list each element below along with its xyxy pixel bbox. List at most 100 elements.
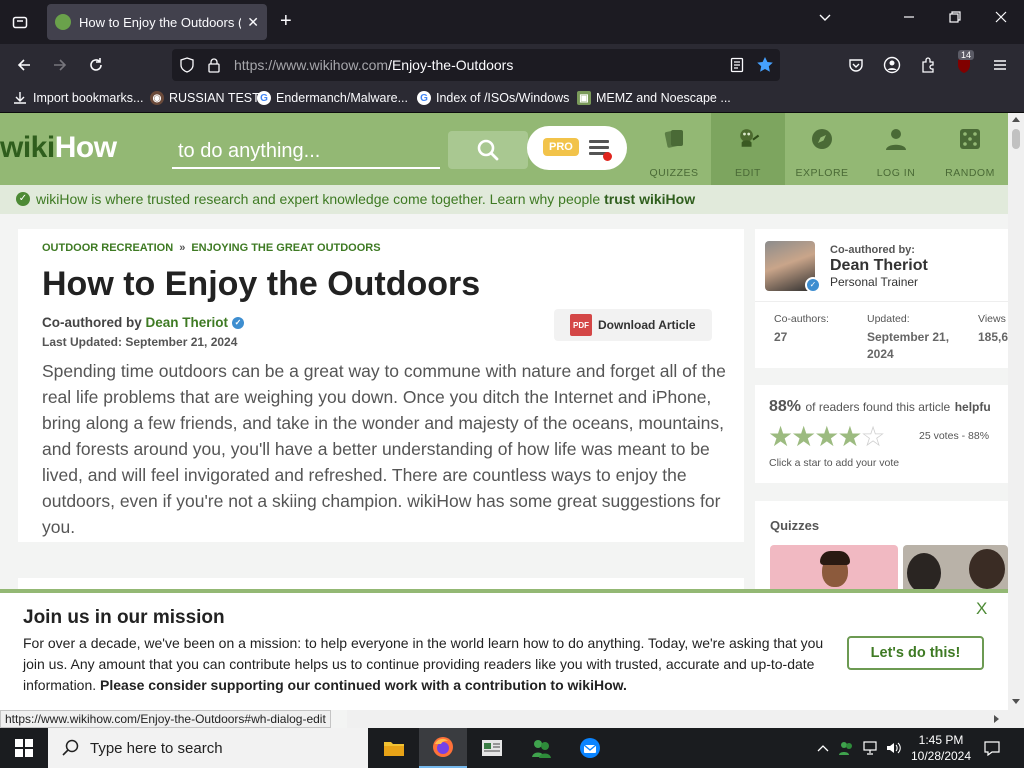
quiz-cards-icon (662, 127, 686, 151)
last-updated: Last Updated: September 21, 2024 (42, 335, 238, 349)
scroll-down-icon[interactable] (1012, 699, 1020, 705)
url-text[interactable]: https://www.wikihow.com/Enjoy-the-Outdoo… (234, 57, 513, 73)
pdf-icon: PDF (570, 314, 592, 336)
horizontal-scrollbar[interactable] (347, 710, 1024, 728)
address-bar[interactable]: https://www.wikihow.com/Enjoy-the-Outdoo… (172, 49, 780, 81)
search-icon (62, 739, 79, 756)
restore-icon[interactable] (948, 10, 962, 27)
bookmark-item[interactable]: Import bookmarks... (12, 91, 143, 105)
pro-badge: PRO (543, 138, 579, 156)
bookmark-label: Endermanch/Malware... (276, 91, 409, 105)
search-input[interactable]: to do anything... (172, 133, 440, 169)
browser-tab-bar: How to Enjoy the Outdoors (wit ✕ + (0, 0, 1024, 44)
taskbar-search-box[interactable]: Type here to search (48, 728, 368, 768)
lock-icon[interactable] (207, 57, 221, 73)
mission-title: Join us in our mission (23, 607, 225, 628)
breadcrumb-link[interactable]: OUTDOOR RECREATION (42, 242, 173, 254)
notifications-icon[interactable] (980, 728, 1004, 768)
bookmark-label: Index of /ISOs/Windows (436, 91, 570, 105)
thunderbird-icon[interactable] (566, 728, 614, 768)
chevron-down-icon[interactable] (818, 10, 832, 27)
close-window-icon[interactable] (994, 10, 1008, 27)
image-icon: ▣ (577, 91, 591, 105)
people-tray-icon[interactable] (836, 728, 856, 768)
stat-value: 185,6 (978, 330, 1008, 344)
taskbar-search-placeholder: Type here to search (90, 739, 223, 757)
quizzes-heading: Quizzes (770, 518, 820, 533)
bookmark-item[interactable]: ▣ MEMZ and Noescape ... (577, 91, 731, 105)
shield-icon[interactable] (179, 57, 195, 73)
star-icon[interactable]: ★ (768, 421, 793, 452)
star-icon[interactable]: ★ (814, 421, 839, 452)
bookmark-star-icon[interactable] (756, 56, 774, 74)
generic-site-icon: ◉ (150, 91, 164, 105)
browser-tab[interactable]: How to Enjoy the Outdoors (wit ✕ (47, 4, 267, 40)
stat-label: Updated: (867, 313, 910, 325)
trust-banner: ✓ wikiHow is where trusted research and … (0, 185, 1008, 214)
nav-random[interactable]: RANDOM (933, 113, 1007, 185)
star-icon[interactable]: ★ (791, 421, 816, 452)
reader-view-icon[interactable] (730, 57, 744, 73)
scroll-up-icon[interactable] (1012, 116, 1020, 122)
file-explorer-icon[interactable] (370, 728, 418, 768)
star-rating[interactable]: ★★★★☆ (768, 421, 886, 452)
tab-list-button[interactable] (8, 10, 32, 34)
bookmark-item[interactable]: G Endermanch/Malware... (257, 91, 408, 105)
bookmark-item[interactable]: ◉ RUSSIAN TEST (150, 91, 260, 105)
forward-arrow-icon[interactable] (48, 53, 72, 77)
firefox-icon[interactable] (419, 728, 467, 768)
search-button[interactable] (448, 131, 528, 169)
clock-date: 10/28/2024 (910, 749, 972, 763)
bookmark-item[interactable]: G Index of /ISOs/Windows (417, 91, 569, 105)
verified-icon: ✓ (232, 317, 245, 330)
start-button[interactable] (0, 728, 48, 768)
rating-card: 88% of readers found this article helpfu… (755, 385, 1008, 483)
author-link[interactable]: Dean Theriot (146, 315, 229, 330)
extensions-puzzle-icon[interactable] (916, 53, 940, 77)
breadcrumb-link[interactable]: ENJOYING THE GREAT OUTDOORS (191, 242, 380, 254)
bookmarks-toolbar: Import bookmarks... ◉ RUSSIAN TEST G End… (0, 86, 1024, 113)
chevron-up-icon[interactable] (814, 728, 832, 768)
vertical-scrollbar[interactable] (1008, 113, 1024, 710)
article-card: OUTDOOR RECREATION » ENJOYING THE GREAT OU… (18, 229, 744, 542)
author-role: Personal Trainer (830, 275, 919, 289)
nav-edit[interactable]: EDIT (711, 113, 785, 185)
network-icon[interactable] (860, 728, 882, 768)
notification-dot (603, 152, 612, 161)
account-icon[interactable] (880, 53, 904, 77)
extension-badge-count: 14 (958, 50, 975, 60)
author-name[interactable]: Dean Theriot (830, 257, 928, 275)
volume-icon[interactable] (884, 728, 904, 768)
nav-log-in[interactable]: LOG IN (859, 113, 933, 185)
scrollbar-thumb[interactable] (1012, 129, 1020, 149)
wikihow-logo[interactable]: wikiHow (0, 131, 117, 165)
back-arrow-icon[interactable] (12, 53, 36, 77)
green-people-app-icon[interactable] (517, 728, 565, 768)
star-outline-icon[interactable]: ☆ (860, 421, 885, 452)
new-tab-button[interactable]: + (280, 10, 292, 32)
star-icon[interactable]: ★ (837, 421, 862, 452)
download-article-button[interactable]: PDF Download Article (554, 309, 712, 341)
minimize-icon[interactable] (902, 10, 916, 27)
hamburger-menu-icon[interactable] (988, 53, 1012, 77)
trust-link[interactable]: trust wikiHow (604, 191, 695, 207)
nav-explore[interactable]: EXPLORE (785, 113, 859, 185)
coauthor-line: Co-authored by Dean Theriot ✓ (42, 315, 245, 330)
close-tab-icon[interactable]: ✕ (247, 14, 259, 31)
browser-nav-bar: https://www.wikihow.com/Enjoy-the-Outdoo… (0, 44, 1024, 86)
reload-icon[interactable] (84, 53, 108, 77)
mission-banner: Join us in our mission X For over a deca… (0, 589, 1008, 710)
tab-title: How to Enjoy the Outdoors (wit (79, 14, 242, 30)
pocket-icon[interactable] (844, 53, 868, 77)
nav-quizzes[interactable]: QUIZZES (637, 113, 711, 185)
close-banner-button[interactable]: X (976, 599, 987, 619)
scroll-right-icon[interactable] (994, 715, 1000, 723)
google-icon: G (417, 91, 431, 105)
breadcrumb: OUTDOOR RECREATION » ENJOYING THE GREAT OU… (42, 242, 381, 254)
stat-value: 27 (774, 330, 788, 344)
status-link-preview: https://www.wikihow.com/Enjoy-the-Outdoo… (0, 710, 331, 728)
pro-menu-button[interactable]: PRO (527, 126, 627, 170)
taskbar-clock[interactable]: 1:45 PM 10/28/2024 (906, 732, 976, 764)
document-app-icon[interactable] (468, 728, 516, 768)
contribute-button[interactable]: Let's do this! (847, 636, 984, 670)
